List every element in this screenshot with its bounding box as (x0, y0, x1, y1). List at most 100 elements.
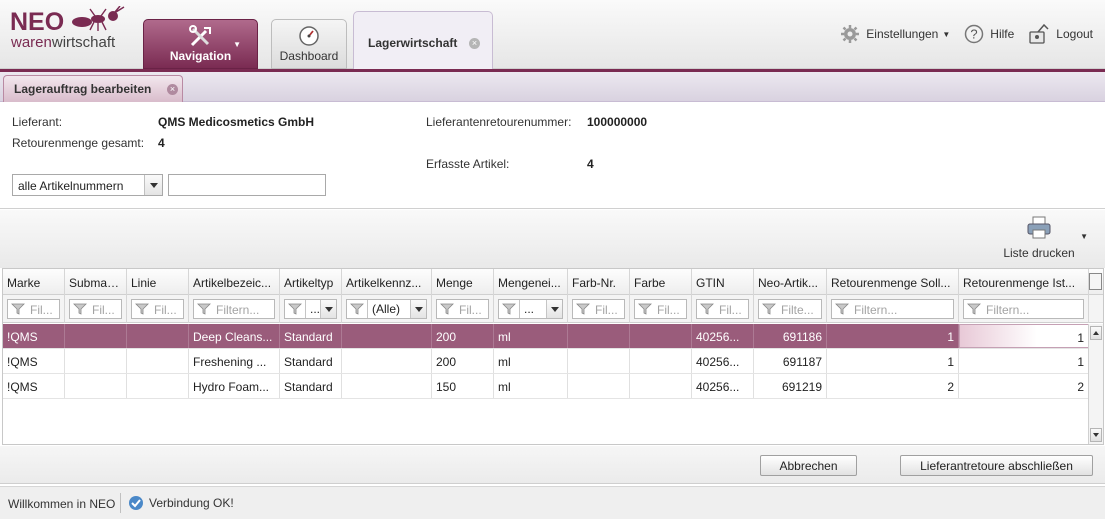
column-chooser-icon[interactable] (1089, 273, 1102, 290)
captured-label: Erfasste Artikel: (426, 157, 510, 171)
subtab-label: Lagerauftrag bearbeiten (14, 82, 152, 96)
filter-select-artikeltyp[interactable]: ... (284, 299, 337, 319)
column-header-farb-nr[interactable]: Farb-Nr. (568, 269, 630, 295)
filter-icon[interactable] (73, 303, 87, 315)
article-number-select[interactable]: alle Artikelnummern (12, 174, 163, 196)
cell-retourenmenge-ist[interactable]: 2 (959, 374, 1089, 398)
help-link[interactable]: ? Hilfe (964, 24, 1014, 44)
filter-input-menge[interactable]: Fil... (436, 299, 489, 319)
filter-icon[interactable] (197, 303, 211, 315)
filter-input-neo-artikel[interactable]: Filte... (758, 299, 822, 319)
chevron-down-icon[interactable] (546, 300, 562, 318)
filter-cell-retourenmenge-ist: Filtern... (959, 295, 1089, 323)
filter-cell-linie: Fil... (127, 295, 189, 323)
cell-submarke (65, 349, 127, 373)
filter-input-submarke[interactable]: Fil... (69, 299, 122, 319)
column-header-farbe[interactable]: Farbe (630, 269, 692, 295)
tab-dashboard[interactable]: Dashboard (271, 19, 347, 69)
column-header-gtin[interactable]: GTIN (692, 269, 754, 295)
column-header-mengeneinheit[interactable]: Mengenei... (494, 269, 568, 295)
filter-icon[interactable] (288, 303, 302, 315)
ant-logo-icon (72, 6, 125, 31)
column-header-linie[interactable]: Linie (127, 269, 189, 295)
filter-input-marke[interactable]: Fil... (7, 299, 60, 319)
chevron-down-icon[interactable] (410, 300, 426, 318)
filter-select-artikelkennzeichen[interactable]: (Alle) (346, 299, 427, 319)
filter-icon[interactable] (762, 303, 776, 315)
filter-icon[interactable] (440, 303, 454, 315)
column-header-artikelbezeichnung[interactable]: Artikelbezeic... (189, 269, 280, 295)
filter-input-artikelbezeichnung[interactable]: Filtern... (193, 299, 275, 319)
table-row[interactable]: !QMS Hydro Foam... Standard 150 ml 40256... 69… (3, 374, 1089, 399)
tab-lagerauftrag-bearbeiten[interactable]: Lagerauftrag bearbeiten × (3, 75, 183, 102)
filter-icon[interactable] (11, 303, 25, 315)
close-icon[interactable]: × (469, 38, 480, 49)
cell-retourenmenge-ist[interactable]: 1 (959, 349, 1089, 373)
chevron-down-icon[interactable] (320, 300, 336, 318)
filter-input-gtin[interactable]: Fil... (696, 299, 749, 319)
scroll-up-icon[interactable] (1090, 326, 1102, 340)
settings-link[interactable]: Einstellungen ▼ (840, 24, 950, 44)
finish-return-button[interactable]: Lieferantretoure abschließen (900, 455, 1093, 476)
filter-select-mengeneinheit[interactable]: ... (498, 299, 563, 319)
filter-input-linie[interactable]: Fil... (131, 299, 184, 319)
scroll-down-icon[interactable] (1090, 428, 1102, 442)
filter-select-box[interactable]: (Alle) (367, 300, 426, 318)
print-list-button[interactable]: Liste drucken (999, 216, 1079, 260)
logo-wirtschaft: wirtschaft (51, 34, 116, 51)
chevron-down-icon[interactable] (144, 175, 162, 195)
status-connection: Verbindung OK! (128, 495, 234, 511)
article-number-select-value: alle Artikelnummern (18, 179, 124, 193)
cell-farbe (630, 349, 692, 373)
subtab-strip: Lagerauftrag bearbeiten × (0, 72, 1105, 102)
tab-lagerwirtschaft[interactable]: Lagerwirtschaft × (353, 11, 493, 69)
filter-icon[interactable] (502, 303, 516, 315)
column-header-artikeltyp[interactable]: Artikeltyp (280, 269, 342, 295)
cell-farb-nr (568, 349, 630, 373)
column-header-neo-artikel[interactable]: Neo-Artik... (754, 269, 827, 295)
status-divider (120, 493, 121, 513)
filter-cell-submarke: Fil... (65, 295, 127, 323)
column-header-marke[interactable]: Marke (3, 269, 65, 295)
column-header-artikelkennzeichen[interactable]: Artikelkennz... (342, 269, 432, 295)
column-header-submarke[interactable]: Submarke (65, 269, 127, 295)
cell-gtin: 40256... (692, 374, 754, 398)
column-header-retourenmenge-soll[interactable]: Retourenmenge Soll... (827, 269, 959, 295)
cell-farb-nr (568, 324, 630, 348)
cell-retourenmenge-ist[interactable]: 1 (959, 324, 1089, 348)
logout-link[interactable]: Logout (1028, 24, 1093, 44)
column-header-menge[interactable]: Menge (432, 269, 494, 295)
logo-waren: waren (11, 34, 52, 51)
logout-icon (1029, 24, 1049, 44)
help-label: Hilfe (990, 27, 1015, 41)
status-connection-label: Verbindung OK! (149, 496, 234, 510)
filter-select-box[interactable]: ... (305, 300, 336, 318)
filter-icon[interactable] (967, 303, 981, 315)
filter-icon[interactable] (835, 303, 849, 315)
filter-icon[interactable] (700, 303, 714, 315)
filter-icon[interactable] (576, 303, 590, 315)
filter-input-retourenmenge-soll[interactable]: Filtern... (831, 299, 954, 319)
status-welcome: Willkommen in NEO (8, 497, 116, 511)
column-header-retourenmenge-ist[interactable]: Retourenmenge Ist... (959, 269, 1089, 295)
filter-input-retourenmenge-ist[interactable]: Filtern... (963, 299, 1084, 319)
filter-input-farbe[interactable]: Fil... (634, 299, 687, 319)
chevron-down-icon[interactable]: ▼ (1080, 232, 1088, 241)
filter-input-farb-nr[interactable]: Fil... (572, 299, 625, 319)
vertical-scrollbar[interactable] (1088, 324, 1103, 444)
table-row[interactable]: !QMS Deep Cleans... Standard 200 ml 40256... 6… (3, 324, 1089, 349)
filter-icon[interactable] (638, 303, 652, 315)
table-row[interactable]: !QMS Freshening ... Standard 200 ml 40256... 6… (3, 349, 1089, 374)
filter-select-box[interactable]: ... (519, 300, 562, 318)
filter-icon[interactable] (350, 303, 364, 315)
article-number-input[interactable] (168, 174, 326, 196)
filter-icon[interactable] (135, 303, 149, 315)
cell-menge: 150 (432, 374, 494, 398)
cell-neo-artikel: 691187 (754, 349, 827, 373)
tab-navigation[interactable]: ▼ Navigation (143, 19, 258, 69)
help-icon: ? (965, 24, 984, 44)
cancel-button[interactable]: Abbrechen (760, 455, 857, 476)
filter-cell-retourenmenge-soll: Filtern... (827, 295, 959, 323)
close-icon[interactable]: × (167, 84, 178, 95)
supplier-label: Lieferant: (12, 115, 63, 129)
